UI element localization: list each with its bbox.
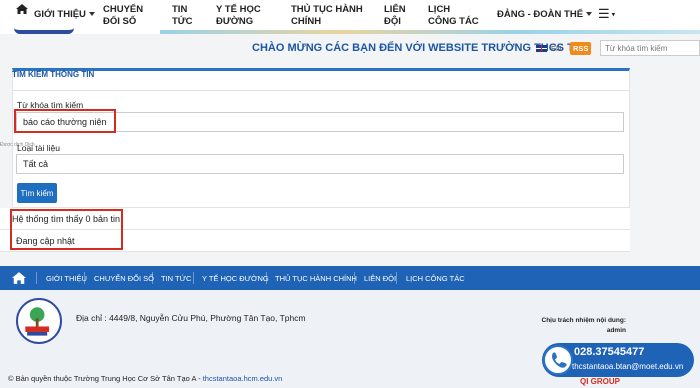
language-switch[interactable]: EN bbox=[536, 44, 561, 53]
contact-email[interactable]: thcstantaoa.btan@moet.edu.vn bbox=[572, 362, 683, 371]
tree-logo-icon bbox=[25, 307, 50, 336]
hotline-number[interactable]: 028.37545477 bbox=[574, 346, 644, 358]
footer-nav-tin-tuc[interactable]: TIN TỨC bbox=[161, 274, 191, 283]
footer-divider bbox=[36, 272, 37, 284]
panel-title: TÌM KIẾM THÔNG TIN bbox=[12, 70, 95, 79]
phone-icon[interactable] bbox=[543, 345, 573, 375]
welcome-marquee: CHÀO MỪNG CÁC BẠN ĐẾN VỚI WEBSITE TRƯỜNG… bbox=[252, 42, 574, 54]
search-panel bbox=[12, 68, 630, 208]
panel-divider bbox=[12, 90, 630, 91]
footer-divider bbox=[193, 272, 194, 284]
footer-nav-chuyen-doi-so[interactable]: CHUYỂN ĐỔI SỐ bbox=[94, 274, 154, 283]
home-icon[interactable] bbox=[16, 4, 28, 14]
footer-nav-lien-doi[interactable]: LIÊN ĐỘI bbox=[364, 274, 396, 283]
footer-divider bbox=[354, 272, 355, 284]
footer-nav-thu-tuc-hanh-chinh[interactable]: THỦ TỤC HÀNH CHÍNH bbox=[275, 274, 357, 283]
nav-lien-doi[interactable]: LIÊN ĐỘI bbox=[384, 4, 410, 28]
footer-divider bbox=[396, 272, 397, 284]
responsible-label: Chịu trách nhiệm nội dung: bbox=[541, 317, 627, 324]
doc-type-select[interactable]: Tất cả bbox=[16, 154, 624, 174]
search-button[interactable]: Tìm kiếm bbox=[17, 183, 57, 203]
nav-gioi-thieu[interactable]: GIỚI THIỆU bbox=[34, 9, 95, 21]
site-link[interactable]: thcstantaoa.hcm.edu.vn bbox=[203, 374, 283, 383]
menu-icon[interactable]: ☰ ▾ bbox=[598, 6, 615, 22]
top-navigation: GIỚI THIỆU CHUYỂN ĐỔI SỐ TIN TỨC Y TẾ HỌ… bbox=[0, 0, 700, 34]
school-address: Địa chỉ : 4449/8, Nguyễn Cửu Phú, Phường… bbox=[76, 313, 306, 323]
highlight-keyword bbox=[14, 109, 116, 133]
footer-nav-y-te-hoc-duong[interactable]: Y TẾ HỌC ĐƯỜNG bbox=[202, 274, 269, 283]
rss-button[interactable]: RSS bbox=[570, 42, 592, 55]
footer-divider bbox=[266, 272, 267, 284]
footer-nav-gioi-thieu[interactable]: GIỚI THIỆU bbox=[46, 274, 87, 283]
copyright-text: © Bản quyền thuộc Trường Trung Học Cơ Sở… bbox=[8, 374, 203, 383]
responsible-name: admin bbox=[606, 327, 626, 334]
header-search-input[interactable] bbox=[600, 40, 700, 56]
nav-chuyen-doi-so[interactable]: CHUYỂN ĐỔI SỐ bbox=[103, 4, 161, 28]
copyright: © Bản quyền thuộc Trường Trung Học Cơ Sở… bbox=[8, 374, 282, 383]
footer-divider bbox=[84, 272, 85, 284]
content-responsibility: Chịu trách nhiệm nội dung: admin bbox=[540, 316, 627, 336]
highlight-results bbox=[10, 209, 123, 250]
doc-type-label: Loại tài liệu bbox=[17, 143, 61, 153]
footer-home-icon[interactable] bbox=[12, 272, 26, 284]
nav-thu-tuc-hanh-chinh[interactable]: THỦ TỤC HÀNH CHÍNH bbox=[291, 4, 369, 28]
footer-nav-lich-cong-tac[interactable]: LỊCH CÔNG TÁC bbox=[406, 274, 465, 283]
footer-navigation: GIỚI THIỆU CHUYỂN ĐỔI SỐ TIN TỨC Y TẾ HỌ… bbox=[0, 266, 700, 290]
qi-group-brand: QI GROUP bbox=[580, 377, 621, 386]
nav-tin-tuc[interactable]: TIN TỨC bbox=[172, 4, 196, 28]
nav-y-te-hoc-duong[interactable]: Y TẾ HỌC ĐƯỜNG bbox=[216, 4, 272, 28]
nav-dang-doan-the[interactable]: ĐẢNG - ĐOÀN THỂ bbox=[497, 9, 592, 21]
nav-lich-cong-tac[interactable]: LỊCH CÔNG TÁC bbox=[428, 4, 480, 28]
school-logo bbox=[16, 298, 62, 344]
uk-flag-icon bbox=[536, 45, 547, 52]
language-en: EN bbox=[551, 44, 562, 53]
announcement-bar: CHÀO MỪNG CÁC BẠN ĐẾN VỚI WEBSITE TRƯỜNG… bbox=[0, 34, 700, 62]
footer-divider bbox=[152, 272, 153, 284]
phone-glyph-icon bbox=[552, 352, 567, 368]
